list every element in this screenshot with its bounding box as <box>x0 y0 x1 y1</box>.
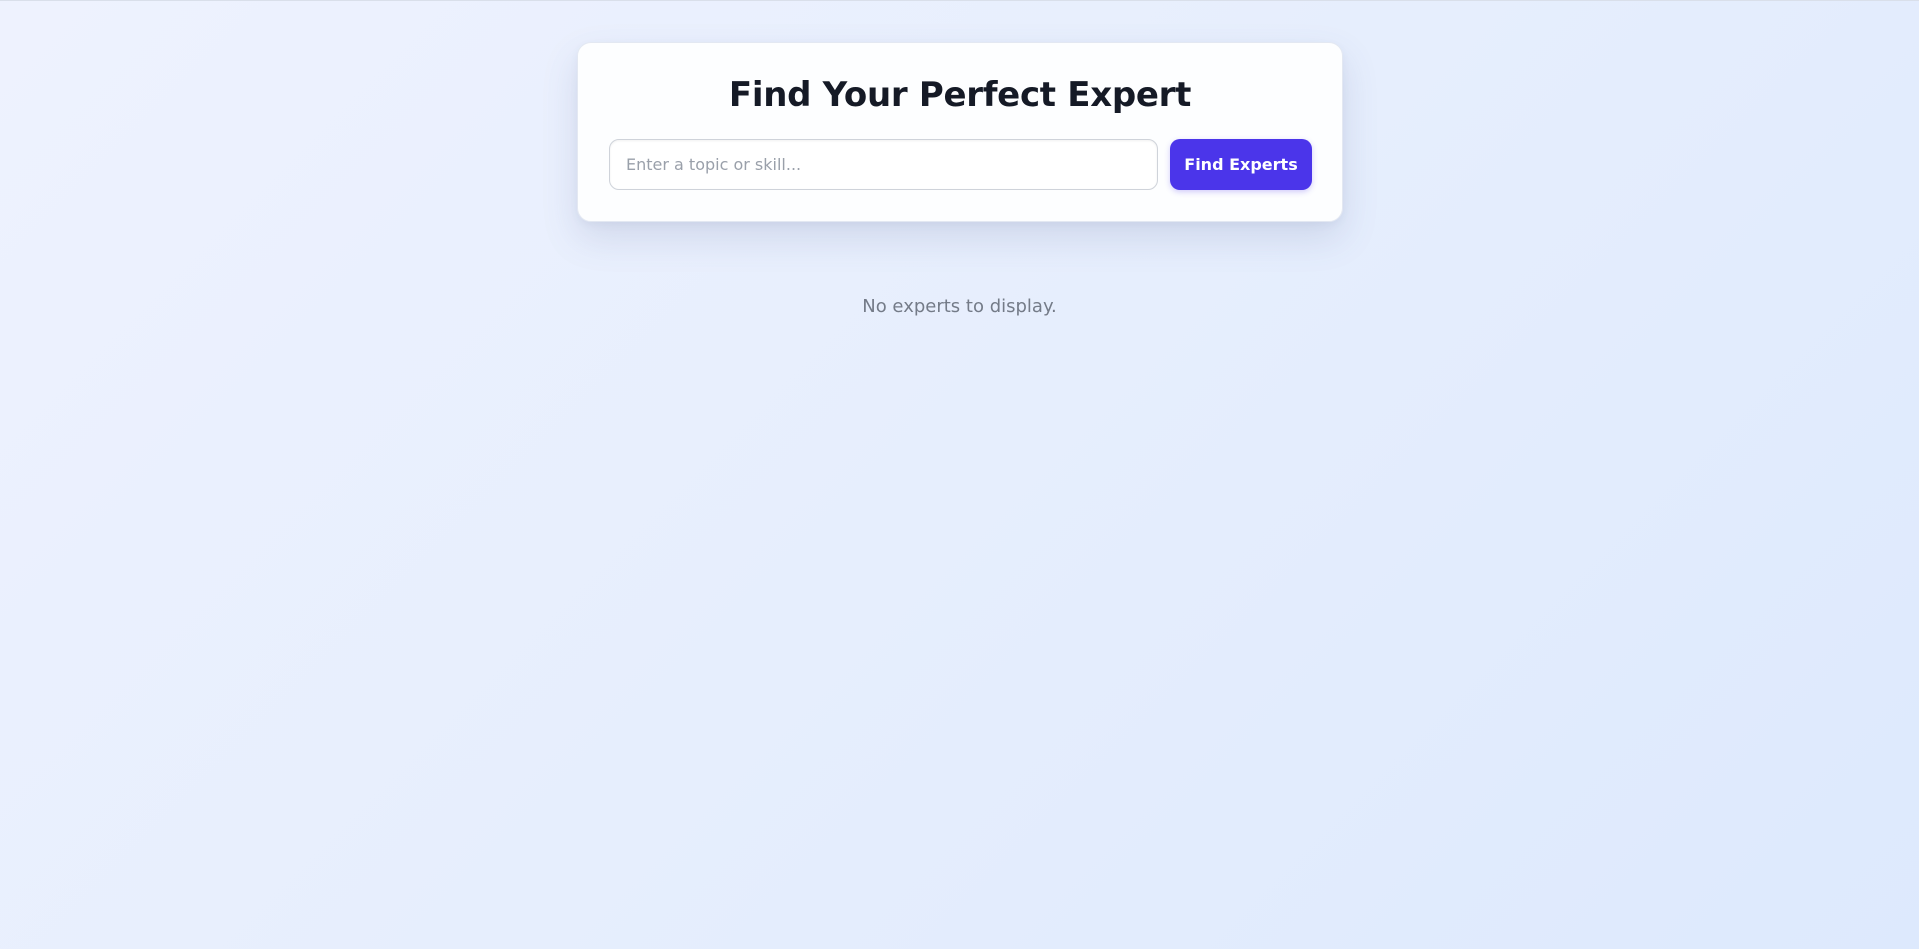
find-experts-button[interactable]: Find Experts <box>1170 139 1312 190</box>
search-card: Find Your Perfect Expert Find Experts <box>577 42 1343 222</box>
page-title: Find Your Perfect Expert <box>728 75 1192 115</box>
search-input[interactable] <box>609 139 1158 190</box>
empty-results-message: No experts to display. <box>862 296 1057 317</box>
